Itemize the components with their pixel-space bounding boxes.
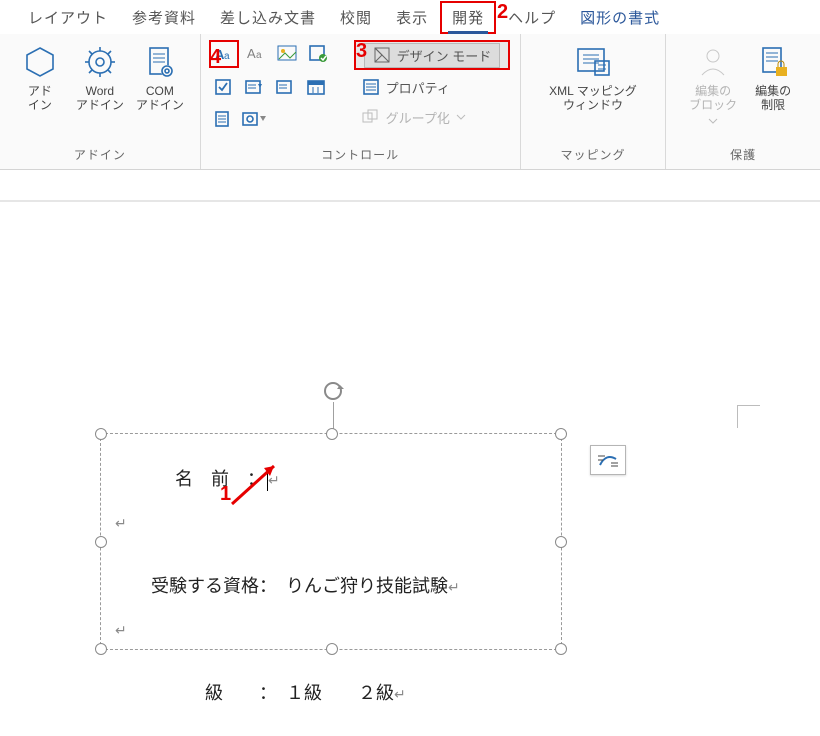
control-datepicker-icon[interactable] bbox=[302, 74, 330, 100]
document-lock-icon bbox=[755, 44, 791, 80]
com-addin-button[interactable]: COM アドイン bbox=[132, 40, 188, 113]
resize-handle-se[interactable] bbox=[555, 643, 567, 655]
resize-handle-ne[interactable] bbox=[555, 428, 567, 440]
xml-mapping-label: XML マッピング ウィンドウ bbox=[549, 84, 637, 113]
word-addin-label: Word アドイン bbox=[76, 84, 124, 113]
tab-view[interactable]: 表示 bbox=[384, 1, 440, 34]
word-addin-button[interactable]: Word アドイン bbox=[72, 40, 128, 113]
design-mode-label: デザイン モード bbox=[397, 46, 492, 65]
group-button[interactable]: グループ化 bbox=[354, 104, 511, 130]
grade-label: 級 ： bbox=[205, 683, 268, 703]
paragraph-mark: ↵ bbox=[115, 624, 127, 639]
xml-mapping-icon bbox=[575, 44, 611, 80]
grade-a: １級 bbox=[286, 683, 322, 703]
group-mapping-label: マッピング bbox=[560, 142, 625, 169]
paragraph-mark: ↵ bbox=[448, 581, 460, 596]
xml-mapping-button[interactable]: XML マッピング ウィンドウ bbox=[538, 40, 648, 113]
control-legacy-icon[interactable] bbox=[240, 106, 268, 132]
doc-empty-line1[interactable]: ↵ bbox=[115, 512, 547, 533]
selected-textbox[interactable]: 名 前 ：↵ ↵ 受験する資格： りんご狩り技能試験↵ ↵ 級 ： １級 ２級↵ bbox=[100, 433, 562, 650]
control-buildingblock-icon[interactable] bbox=[304, 40, 332, 66]
gear-icon bbox=[82, 44, 118, 80]
group-controls: Aa Aa bbox=[201, 34, 521, 169]
group-protect: 編集の ブロック 編集の 制限 保護 bbox=[666, 34, 820, 169]
document-canvas[interactable]: 名 前 ：↵ ↵ 受験する資格： りんご狩り技能試験↵ ↵ 級 ： １級 ２級↵… bbox=[0, 170, 820, 677]
document-gear-icon bbox=[142, 44, 178, 80]
paragraph-mark: ↵ bbox=[268, 474, 280, 489]
tab-review[interactable]: 校閲 bbox=[328, 1, 384, 34]
chevron-down-icon bbox=[708, 117, 718, 125]
doc-line-grade[interactable]: 級 ： １級 ２級↵ bbox=[115, 658, 547, 726]
doc-line-name[interactable]: 名 前 ：↵ bbox=[115, 444, 547, 512]
edit-restrict-label: 編集の 制限 bbox=[755, 84, 791, 113]
resize-handle-e[interactable] bbox=[555, 536, 567, 548]
edit-restrict-button[interactable]: 編集の 制限 bbox=[745, 40, 801, 113]
com-addin-label: COM アドイン bbox=[136, 84, 184, 113]
tab-help[interactable]: ヘルプ bbox=[496, 1, 568, 34]
properties-label: プロパティ bbox=[386, 78, 450, 97]
group-button-label: グループ化 bbox=[386, 108, 450, 127]
ribbon-body: アド イン Word アドイン COM アドイン アドイン bbox=[0, 34, 820, 170]
group-controls-label: コントロール bbox=[321, 142, 399, 169]
addin-button[interactable]: アド イン bbox=[12, 40, 68, 113]
layout-options-button[interactable] bbox=[590, 445, 626, 475]
properties-icon bbox=[362, 78, 380, 96]
design-mode-button[interactable]: デザイン モード bbox=[354, 40, 511, 70]
tab-shape-format[interactable]: 図形の書式 bbox=[568, 1, 672, 34]
qual-label: 受験する資格： bbox=[151, 576, 268, 596]
control-combobox-icon[interactable] bbox=[240, 74, 268, 100]
group-addins-label: アドイン bbox=[74, 142, 126, 169]
control-richtext-icon[interactable]: Aa bbox=[209, 40, 239, 68]
tab-layout[interactable]: レイアウト bbox=[16, 1, 120, 34]
ribbon-tabs: レイアウト 参考資料 差し込み文書 校閲 表示 開発 ヘルプ 図形の書式 2 bbox=[0, 0, 820, 34]
page-divider bbox=[0, 200, 820, 202]
tab-developer-label: 開発 bbox=[452, 10, 484, 27]
tab-references[interactable]: 参考資料 bbox=[120, 1, 208, 34]
shape-rotate-handle[interactable] bbox=[322, 380, 344, 434]
addin-label: アド イン bbox=[28, 84, 52, 113]
resize-handle-sw[interactable] bbox=[95, 643, 107, 655]
group-addins: アド イン Word アドイン COM アドイン アドイン bbox=[0, 34, 201, 169]
svg-text:a: a bbox=[224, 51, 230, 62]
rotate-icon bbox=[322, 380, 344, 402]
doc-empty-line2[interactable]: ↵ bbox=[115, 619, 547, 640]
group-icon bbox=[362, 108, 380, 126]
user-block-icon bbox=[695, 44, 731, 80]
svg-text:A: A bbox=[247, 46, 256, 61]
resize-handle-s[interactable] bbox=[326, 643, 338, 655]
properties-button[interactable]: プロパティ bbox=[354, 74, 511, 100]
edit-block-button[interactable]: 編集の ブロック bbox=[685, 40, 741, 125]
control-plaintext-icon[interactable]: Aa bbox=[242, 40, 270, 66]
tab-developer[interactable]: 開発 bbox=[440, 1, 496, 34]
svg-text:a: a bbox=[256, 50, 262, 61]
resize-handle-w[interactable] bbox=[95, 536, 107, 548]
chevron-down-icon bbox=[456, 112, 466, 122]
control-checkbox-icon[interactable] bbox=[209, 74, 237, 100]
control-repeat-icon[interactable] bbox=[209, 106, 237, 132]
paragraph-mark: ↵ bbox=[115, 517, 127, 532]
resize-handle-n[interactable] bbox=[326, 428, 338, 440]
paragraph-mark: ↵ bbox=[394, 688, 406, 703]
group-protect-label: 保護 bbox=[730, 142, 756, 169]
addin-icon bbox=[22, 44, 58, 80]
design-mode-icon bbox=[373, 46, 391, 64]
layout-options-icon bbox=[596, 451, 620, 469]
doc-line-qual[interactable]: 受験する資格： りんご狩り技能試験↵ bbox=[115, 551, 547, 619]
control-picture-icon[interactable] bbox=[273, 40, 301, 66]
qual-value: りんご狩り技能試験 bbox=[286, 576, 448, 596]
control-dropdown-icon[interactable] bbox=[271, 74, 299, 100]
name-label: 名 前 ： bbox=[175, 469, 265, 489]
group-mapping: XML マッピング ウィンドウ マッピング bbox=[521, 34, 667, 169]
page-margin-corner bbox=[737, 405, 760, 428]
tab-mailmerge[interactable]: 差し込み文書 bbox=[208, 1, 328, 34]
grade-b: ２級 bbox=[358, 683, 394, 703]
edit-block-label: 編集の ブロック bbox=[689, 84, 737, 113]
resize-handle-nw[interactable] bbox=[95, 428, 107, 440]
